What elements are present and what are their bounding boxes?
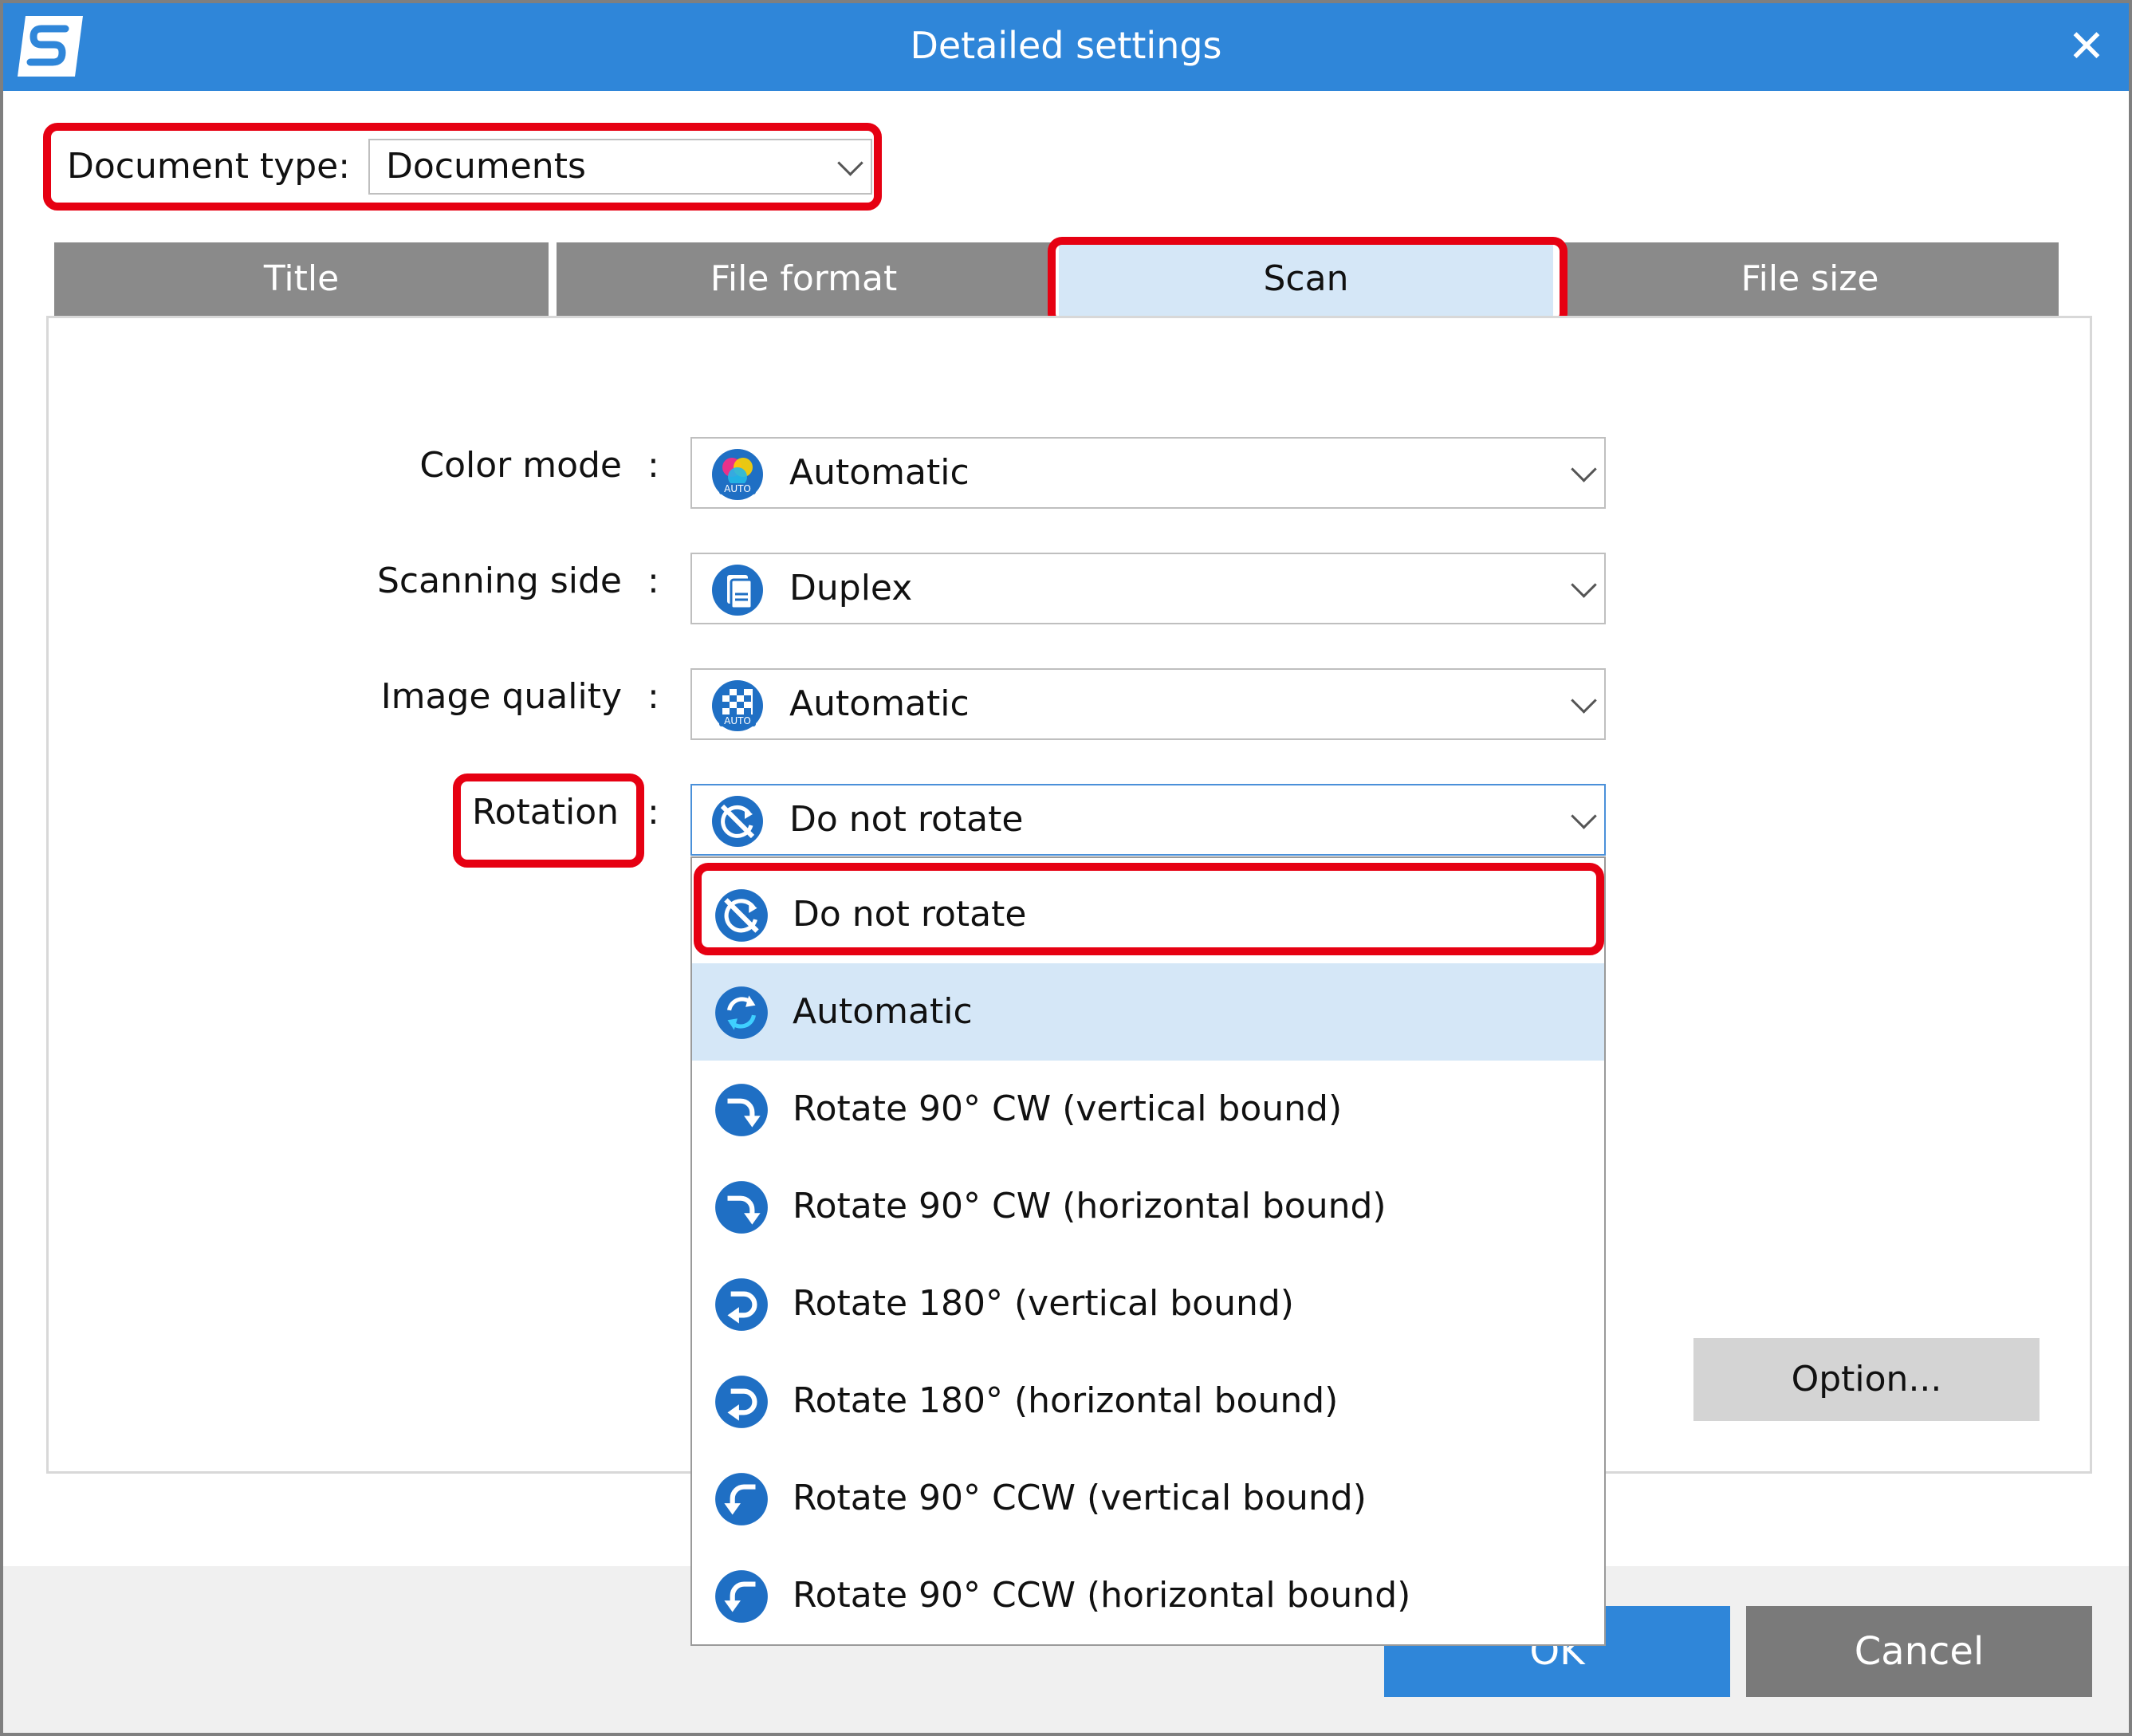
chevron-down-icon	[1571, 456, 1597, 482]
scanning-side-label: Scanning side	[376, 561, 622, 601]
chevron-down-icon	[837, 150, 863, 176]
rotation-dropdown-list: Do not rotate Automatic Rotate 90° CW (v…	[690, 856, 1606, 1646]
tab-file-format[interactable]: File format	[557, 242, 1051, 316]
duplex-icon	[712, 565, 763, 616]
rotate-180-icon	[715, 1376, 768, 1428]
rotation-option-label: Rotate 90° CW (vertical bound)	[793, 1088, 1343, 1129]
detailed-settings-window: Detailed settings ✕ Document type: Docum…	[0, 0, 2132, 1736]
rotation-option-90-cw-vertical[interactable]: Rotate 90° CW (vertical bound)	[692, 1061, 1604, 1158]
svg-text:AUTO: AUTO	[724, 483, 751, 494]
rotation-option-180-vertical[interactable]: Rotate 180° (vertical bound)	[692, 1255, 1604, 1352]
rotation-colon: :	[647, 792, 659, 833]
document-type-group: Document type: Documents	[43, 123, 882, 211]
rotation-value: Do not rotate	[789, 799, 1024, 840]
chevron-down-icon	[1571, 687, 1597, 714]
image-quality-select[interactable]: AUTO Automatic	[690, 668, 1606, 740]
no-rotate-icon	[712, 796, 763, 847]
rotate-ccw-icon	[715, 1473, 768, 1525]
image-quality-value: Automatic	[789, 683, 970, 724]
document-type-select[interactable]: Documents	[368, 139, 872, 195]
cancel-button[interactable]: Cancel	[1746, 1606, 2092, 1697]
color-mode-label: Color mode	[419, 445, 622, 486]
rotation-option-label: Rotate 180° (vertical bound)	[793, 1283, 1294, 1324]
rotation-option-automatic[interactable]: Automatic	[692, 963, 1604, 1061]
scanning-side-colon: :	[647, 561, 659, 601]
rotation-option-label: Rotate 90° CCW (horizontal bound)	[793, 1575, 1411, 1616]
do-not-rotate-highlight	[694, 863, 1604, 955]
rotation-option-label: Rotate 180° (horizontal bound)	[793, 1380, 1339, 1421]
close-button[interactable]: ✕	[2059, 19, 2114, 75]
svg-text:AUTO: AUTO	[724, 715, 751, 726]
document-type-label: Document type:	[67, 146, 351, 187]
rotation-option-90-ccw-horizontal[interactable]: Rotate 90° CCW (horizontal bound)	[692, 1547, 1604, 1644]
option-button[interactable]: Option...	[1693, 1338, 2040, 1421]
tab-title[interactable]: Title	[54, 242, 549, 316]
rotate-180-icon	[715, 1278, 768, 1331]
rotate-cw-icon	[715, 1181, 768, 1234]
image-quality-colon: :	[647, 676, 659, 717]
image-quality-label: Image quality	[380, 676, 622, 717]
chevron-down-icon	[1571, 803, 1597, 829]
rotation-option-90-ccw-vertical[interactable]: Rotate 90° CCW (vertical bound)	[692, 1450, 1604, 1547]
tab-file-size[interactable]: File size	[1561, 242, 2059, 316]
rotation-select[interactable]: Do not rotate	[690, 784, 1606, 856]
color-mode-value: Automatic	[789, 452, 970, 493]
quality-auto-icon: AUTO	[712, 680, 763, 731]
rotation-option-label: Rotate 90° CW (horizontal bound)	[793, 1186, 1387, 1226]
rotation-option-90-cw-horizontal[interactable]: Rotate 90° CW (horizontal bound)	[692, 1158, 1604, 1255]
rotation-label-highlight	[453, 774, 644, 868]
window-title: Detailed settings	[910, 24, 1222, 67]
title-bar: Detailed settings ✕	[3, 3, 2129, 91]
rotate-ccw-icon	[715, 1570, 768, 1623]
auto-rotate-icon	[715, 986, 768, 1039]
rotation-option-label: Automatic	[793, 991, 973, 1032]
rotate-cw-icon	[715, 1084, 768, 1136]
color-mode-select[interactable]: AUTO Automatic	[690, 437, 1606, 509]
scanning-side-value: Duplex	[789, 568, 913, 608]
color-mode-colon: :	[647, 445, 659, 486]
color-auto-icon: AUTO	[712, 449, 763, 500]
scan-tab-highlight	[1048, 237, 1568, 328]
chevron-down-icon	[1571, 572, 1597, 598]
rotation-option-180-horizontal[interactable]: Rotate 180° (horizontal bound)	[692, 1352, 1604, 1450]
rotation-option-label: Rotate 90° CCW (vertical bound)	[793, 1478, 1367, 1518]
document-type-value: Documents	[386, 146, 586, 187]
scanning-side-select[interactable]: Duplex	[690, 553, 1606, 624]
